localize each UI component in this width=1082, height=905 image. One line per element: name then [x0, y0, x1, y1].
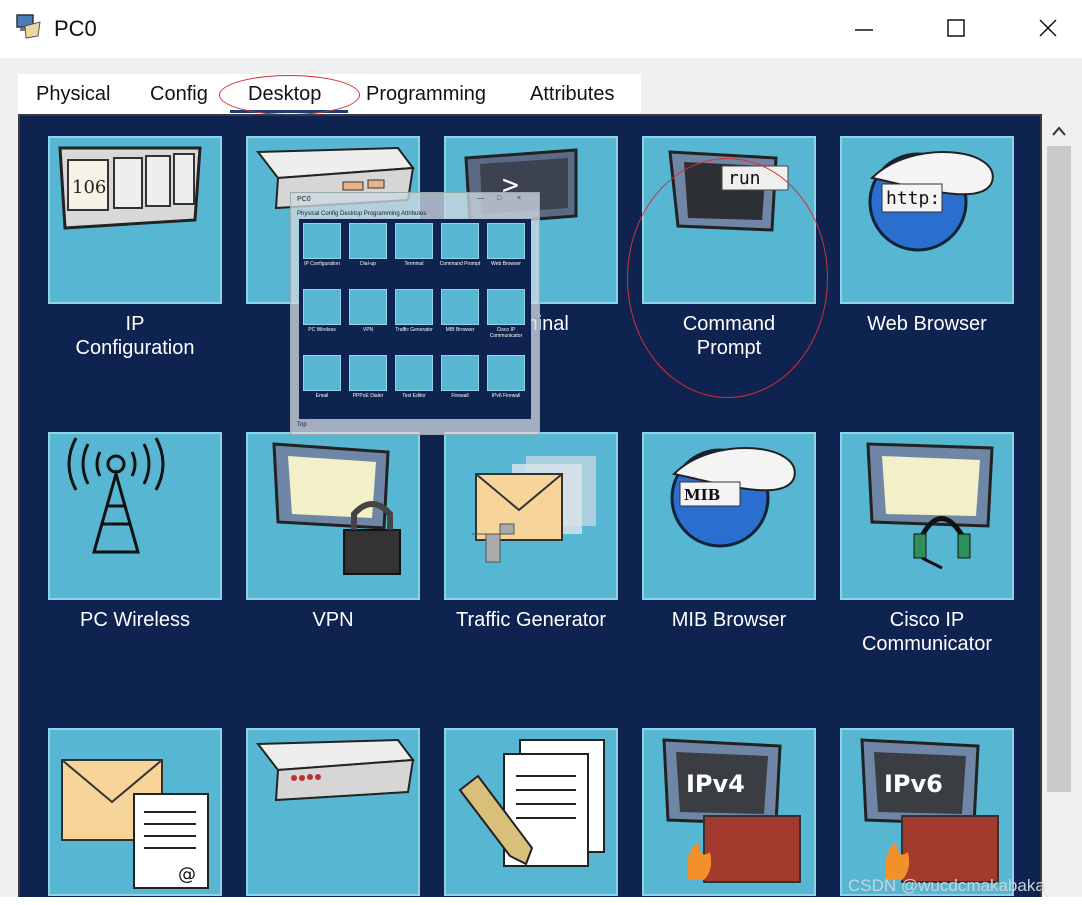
pppoe-dialer-icon [256, 738, 415, 802]
app-label: MIB Browser [671, 609, 787, 631]
ip-communicator-icon [866, 442, 994, 570]
wireless-tower-icon [67, 437, 165, 554]
thumbnail-tile [349, 289, 387, 325]
ip-configuration-icon: 106 [58, 146, 202, 230]
scroll-thumb[interactable] [1047, 146, 1071, 792]
thumbnail-label: IPv6 Firewall [491, 393, 521, 399]
close-icon [1039, 19, 1057, 37]
thumbnail-tile [303, 355, 341, 391]
traffic-generator-icon [472, 456, 596, 563]
command-prompt-highlight-annotation [627, 158, 828, 398]
pc-device-icon [14, 12, 42, 40]
thumbnail-close: × [517, 195, 522, 202]
watermark: CSDN @wucdcmakabaka [848, 876, 1045, 895]
svg-text:IPv4: IPv4 [686, 770, 745, 798]
thumbnail-tile [303, 289, 341, 325]
thumbnail-label: Firewall [451, 393, 469, 399]
minimize-button[interactable] [832, 6, 896, 50]
tile-ipv6-firewall: IPv6 [840, 728, 1014, 896]
thumbnail-tile [395, 355, 433, 391]
bottom-edge [0, 897, 1082, 905]
thumbnail-label: VPN [362, 327, 374, 333]
thumbnail-footer: Top [297, 422, 307, 428]
ipv4-firewall-icon: IPv4 [662, 738, 801, 883]
thumbnail-label: Cisco IP Communicator [489, 327, 523, 339]
thumbnail-label: IP Configuration [304, 261, 340, 267]
thumbnail-tile [441, 355, 479, 391]
title-bar: PC0 [0, 0, 1082, 58]
tile-email: @ [48, 728, 222, 896]
ipv6-firewall-icon: IPv6 [860, 738, 999, 883]
svg-text:@: @ [178, 864, 196, 885]
tile-cisco-ip-communicator [840, 432, 1014, 600]
thumbnail-title: PC0 [297, 196, 311, 203]
tile-ipv4-firewall: IPv4 [642, 728, 816, 896]
scroll-up-button[interactable] [1044, 116, 1074, 146]
thumbnail-tile [395, 223, 433, 259]
email-icon: @ [61, 759, 209, 889]
thumbnail-panel: IP Configuration Dial-up Terminal Comman… [299, 219, 531, 419]
vpn-lock-icon [272, 442, 401, 575]
thumbnail-tile [441, 223, 479, 259]
close-button[interactable] [1016, 6, 1080, 50]
web-browser-icon: http: [868, 151, 994, 252]
maximize-icon [947, 19, 965, 37]
svg-text:106: 106 [72, 177, 106, 198]
app-label: PC Wireless [79, 609, 190, 631]
window-thumbnail-preview: PC0 — □ × Physical Config Desktop Progra… [290, 192, 540, 435]
tile-web-browser: http: [840, 136, 1014, 304]
minimize-icon [855, 29, 873, 31]
thumbnail-tile [349, 223, 387, 259]
mib-browser-icon: MIB [670, 447, 796, 548]
thumbnail-maximize: □ [497, 195, 502, 202]
app-label: Web Browser [867, 313, 987, 335]
app-label: Cisco IP Communicator [861, 609, 993, 655]
thumbnail-label: Email [315, 393, 329, 399]
thumbnail-label: Text Editor [402, 393, 426, 399]
tile-ip-configuration: 106 [48, 136, 222, 304]
tab-attributes[interactable]: Attributes [530, 74, 614, 114]
app-label: IP Configuration [75, 313, 195, 359]
thumbnail-label: Command Prompt [439, 261, 481, 267]
tile-pc-wireless [48, 432, 222, 600]
tile-pppoe-dialer [246, 728, 420, 896]
tab-config[interactable]: Config [150, 74, 208, 114]
vertical-scrollbar[interactable] [1044, 114, 1074, 905]
tile-text-editor [444, 728, 618, 896]
thumbnail-label: MIB Browser [445, 327, 475, 333]
tab-programming[interactable]: Programming [366, 74, 486, 114]
text-editor-icon [458, 739, 605, 867]
thumbnail-tile [487, 355, 525, 391]
desktop-tab-highlight-annotation [219, 75, 360, 115]
tile-mib-browser: MIB [642, 432, 816, 600]
thumbnail-label: Dial-up [360, 261, 376, 267]
svg-text:IPv6: IPv6 [884, 770, 943, 798]
tile-traffic-generator [444, 432, 618, 600]
thumbnail-tile [395, 289, 433, 325]
thumbnail-label: PC Wireless [308, 327, 336, 333]
thumbnail-label: PPPoE Dialer [352, 393, 384, 399]
svg-text:http:: http: [886, 188, 940, 209]
thumbnail-label: Web Browser [491, 261, 521, 267]
svg-text:MIB: MIB [684, 486, 720, 504]
chevron-up-icon [1052, 126, 1066, 136]
app-label: VPN [312, 609, 354, 631]
maximize-button[interactable] [924, 6, 988, 50]
thumbnail-tile [349, 355, 387, 391]
app-label: Traffic Generator [455, 609, 607, 631]
tab-physical[interactable]: Physical [36, 74, 110, 114]
window-title: PC0 [54, 16, 97, 41]
thumbnail-tile [487, 223, 525, 259]
thumbnail-tabs: Physical Config Desktop Programming Attr… [297, 211, 427, 217]
thumbnail-tile [303, 223, 341, 259]
tile-vpn [246, 432, 420, 600]
thumbnail-label: Traffic Generator [395, 327, 433, 333]
thumbnail-tile [441, 289, 479, 325]
thumbnail-label: Terminal [404, 261, 424, 267]
thumbnail-minimize: — [477, 195, 484, 202]
thumbnail-tile [487, 289, 525, 325]
